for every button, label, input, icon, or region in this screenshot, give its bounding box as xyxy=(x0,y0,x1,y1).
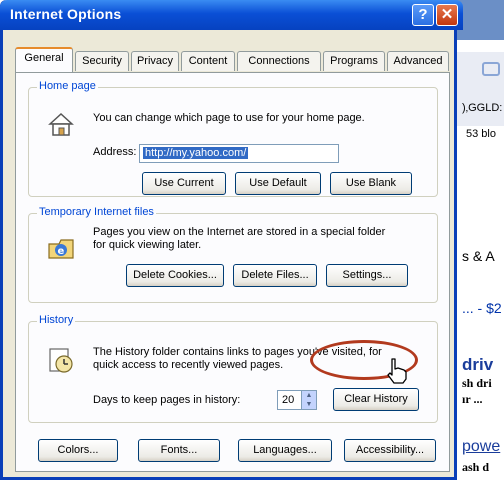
history-icon xyxy=(49,348,73,373)
clear-history-button[interactable]: Clear History xyxy=(333,388,419,411)
home-page-description: You can change which page to use for you… xyxy=(93,112,365,124)
use-current-button[interactable]: Use Current xyxy=(142,172,226,195)
tab-content[interactable]: Content xyxy=(181,51,235,71)
internet-options-dialog: Internet Options ? ✕ General Security Pr… xyxy=(0,0,463,480)
background-link[interactable]: ... - $2 xyxy=(462,300,502,316)
tab-programs[interactable]: Programs xyxy=(323,51,385,71)
history-description-line2: quick access to recently viewed pages. xyxy=(93,359,284,371)
temporary-files-description-line1: Pages you view on the Internet are store… xyxy=(93,226,386,238)
days-to-keep-value: 20 xyxy=(282,394,295,406)
fonts-button[interactable]: Fonts... xyxy=(138,439,220,462)
window-title: Internet Options xyxy=(10,6,122,22)
languages-button[interactable]: Languages... xyxy=(238,439,332,462)
background-snippet: ır ... xyxy=(462,392,483,406)
background-link[interactable]: powe xyxy=(462,438,500,456)
background-snippet: ash d xyxy=(462,460,490,474)
background-snippet: )‚GGLD: xyxy=(462,102,503,114)
title-bar[interactable]: Internet Options ? ✕ xyxy=(0,0,463,30)
spinner-arrows-icon[interactable]: ▲ ▼ xyxy=(301,391,316,409)
temporary-files-icon: e xyxy=(48,239,74,259)
general-tab-panel: Home page You can change which page to u… xyxy=(15,72,450,472)
history-group-label: History xyxy=(37,314,76,326)
close-button[interactable]: ✕ xyxy=(436,4,458,26)
use-default-button[interactable]: Use Default xyxy=(235,172,321,195)
days-to-keep-label: Days to keep pages in history: xyxy=(93,394,241,406)
delete-files-button[interactable]: Delete Files... xyxy=(233,264,317,287)
address-value: http://my.yahoo.com/ xyxy=(143,147,249,159)
temporary-files-group: Temporary Internet files e Pages you vie… xyxy=(28,206,438,303)
address-label: Address: xyxy=(93,146,137,158)
home-page-icon xyxy=(48,112,74,136)
settings-button[interactable]: Settings... xyxy=(326,264,408,287)
background-link[interactable]: driv xyxy=(462,355,493,375)
svg-text:e: e xyxy=(58,246,65,257)
tab-advanced[interactable]: Advanced xyxy=(387,51,449,71)
mail-icon xyxy=(482,62,500,76)
tab-general[interactable]: General xyxy=(15,47,73,72)
background-snippet: s & A xyxy=(462,248,495,264)
home-page-group-label: Home page xyxy=(37,80,98,92)
use-blank-button[interactable]: Use Blank xyxy=(330,172,412,195)
background-snippet: sh dri xyxy=(462,376,492,390)
address-field[interactable]: http://my.yahoo.com/ xyxy=(139,144,339,163)
help-button[interactable]: ? xyxy=(412,4,434,26)
temporary-files-description-line2: for quick viewing later. xyxy=(93,239,202,251)
temporary-files-group-label: Temporary Internet files xyxy=(37,206,156,218)
hand-cursor-icon xyxy=(387,358,407,384)
background-snippet: 53 blo xyxy=(466,128,496,140)
tab-connections[interactable]: Connections xyxy=(237,51,321,71)
tab-security[interactable]: Security xyxy=(75,51,129,71)
days-to-keep-spinner[interactable]: 20 ▲ ▼ xyxy=(277,390,317,410)
delete-cookies-button[interactable]: Delete Cookies... xyxy=(126,264,224,287)
tab-privacy[interactable]: Privacy xyxy=(131,51,179,71)
colors-button[interactable]: Colors... xyxy=(38,439,118,462)
accessibility-button[interactable]: Accessibility... xyxy=(344,439,436,462)
home-page-group: Home page You can change which page to u… xyxy=(28,80,438,197)
